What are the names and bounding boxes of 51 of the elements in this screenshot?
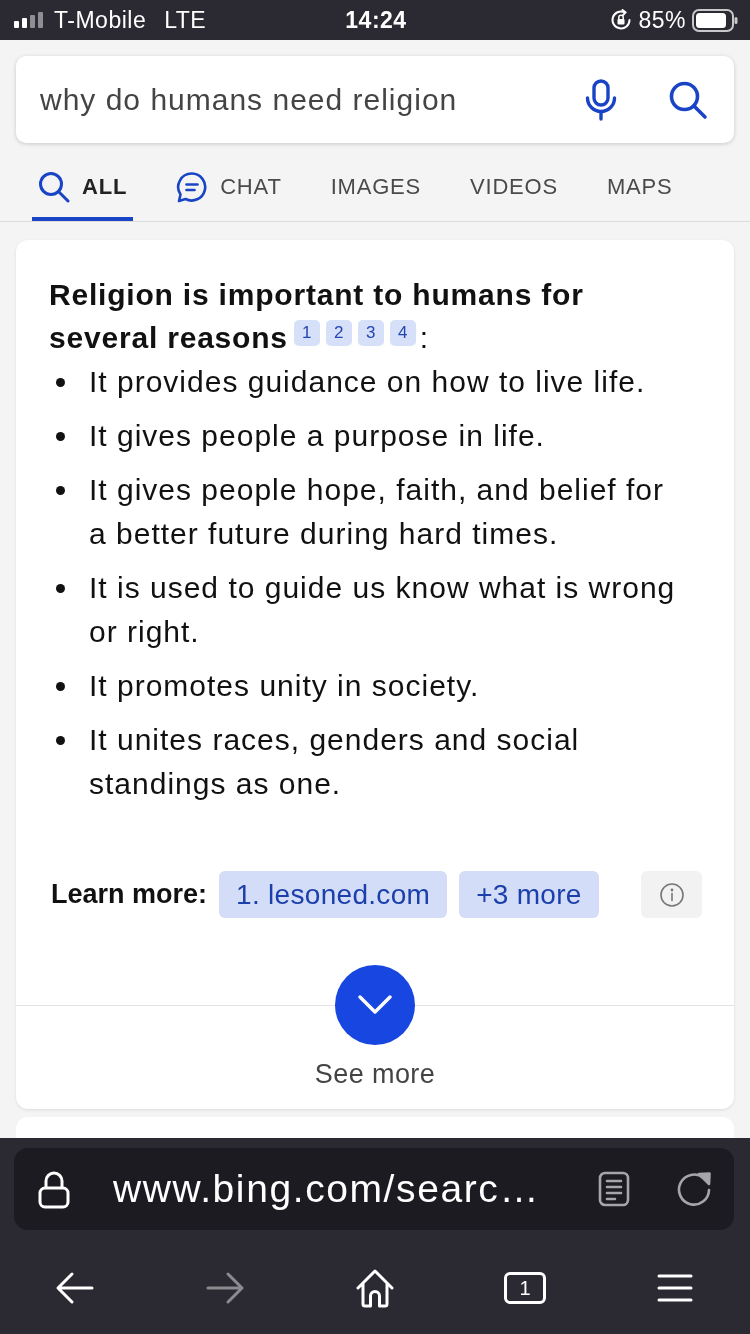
network-label: LTE <box>164 6 207 34</box>
battery-percent: 85% <box>638 6 686 34</box>
info-icon <box>659 882 684 907</box>
bullet-icon <box>56 486 65 495</box>
bullet-text: It gives people a purpose in life. <box>89 418 545 454</box>
bullet-icon <box>56 736 65 745</box>
bullet-text: It unites races, genders and social standings as one. <box>89 722 581 802</box>
citation-link[interactable]: 1 <box>293 320 320 346</box>
search-icon[interactable] <box>668 79 708 120</box>
tab[interactable]: IMAGES <box>324 157 427 221</box>
chevron-down-icon <box>358 995 392 1015</box>
info-button[interactable] <box>641 871 702 918</box>
tab[interactable]: VIDEOS <box>464 157 564 221</box>
source-link[interactable]: 1. lesoned.com <box>219 871 448 918</box>
bullet-icon <box>56 432 65 441</box>
search-icon <box>38 171 70 203</box>
arrow-right-icon <box>205 1270 245 1306</box>
search-field[interactable]: why do humans need religion <box>16 56 734 143</box>
tab[interactable]: MAPS <box>600 157 679 221</box>
signal-icon <box>14 12 44 28</box>
bullet-icon <box>56 682 65 691</box>
bullet-icon <box>56 584 65 593</box>
learn-more-label: Learn more: <box>51 879 208 910</box>
citation-link[interactable]: 4 <box>389 320 416 346</box>
menu-icon <box>657 1273 693 1303</box>
answer-heading: Religion is important to humans for several reasons 1 2 3 4 : <box>49 277 585 356</box>
tabs-button[interactable]: 1 <box>504 1272 546 1304</box>
battery-icon <box>692 8 738 32</box>
home-icon <box>355 1268 395 1308</box>
tab[interactable]: CHAT <box>170 157 288 221</box>
address-bar[interactable]: www.bing.com/searc… <box>14 1148 734 1230</box>
reload-icon[interactable] <box>676 1171 712 1207</box>
bullet-text: It promotes unity in society. <box>89 668 480 704</box>
time-label: 14:24 <box>345 6 407 34</box>
bullet-text: It gives people hope, faith, and belief for a better future during hard times. <box>89 472 666 552</box>
citation-link[interactable]: 3 <box>357 320 384 346</box>
microphone-icon[interactable] <box>585 78 617 121</box>
rotation-lock-icon <box>610 9 633 31</box>
reader-view-icon[interactable] <box>598 1171 630 1207</box>
carrier-label: T-Mobile <box>54 6 147 34</box>
see-more-link[interactable]: See more <box>314 1058 436 1109</box>
search-input[interactable]: why do humans need religion <box>40 82 585 117</box>
arrow-left-icon <box>55 1270 95 1306</box>
bullet-text: It provides guidance on how to live life. <box>89 364 646 400</box>
tab[interactable]: ALL <box>32 157 134 221</box>
lock-icon <box>38 1169 70 1209</box>
source-link[interactable]: +3 more <box>459 871 599 918</box>
chat-bubble-icon <box>176 171 209 203</box>
citation-link[interactable]: 2 <box>325 320 352 346</box>
bullet-text: It is used to guide us know what is wrong or right. <box>89 570 677 650</box>
bullet-icon <box>56 378 65 387</box>
